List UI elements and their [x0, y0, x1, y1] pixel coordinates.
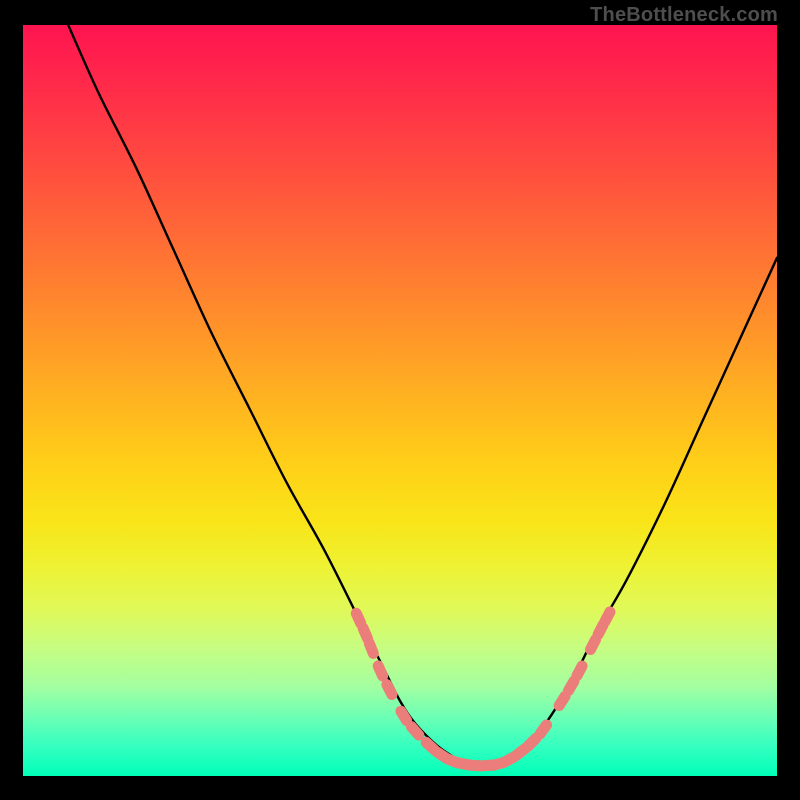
scatter-points: [349, 605, 617, 773]
bottleneck-curve: [68, 25, 777, 769]
watermark-text: TheBottleneck.com: [590, 4, 778, 27]
chart-svg: [23, 25, 777, 776]
chart-frame: TheBottleneck.com: [0, 0, 800, 800]
